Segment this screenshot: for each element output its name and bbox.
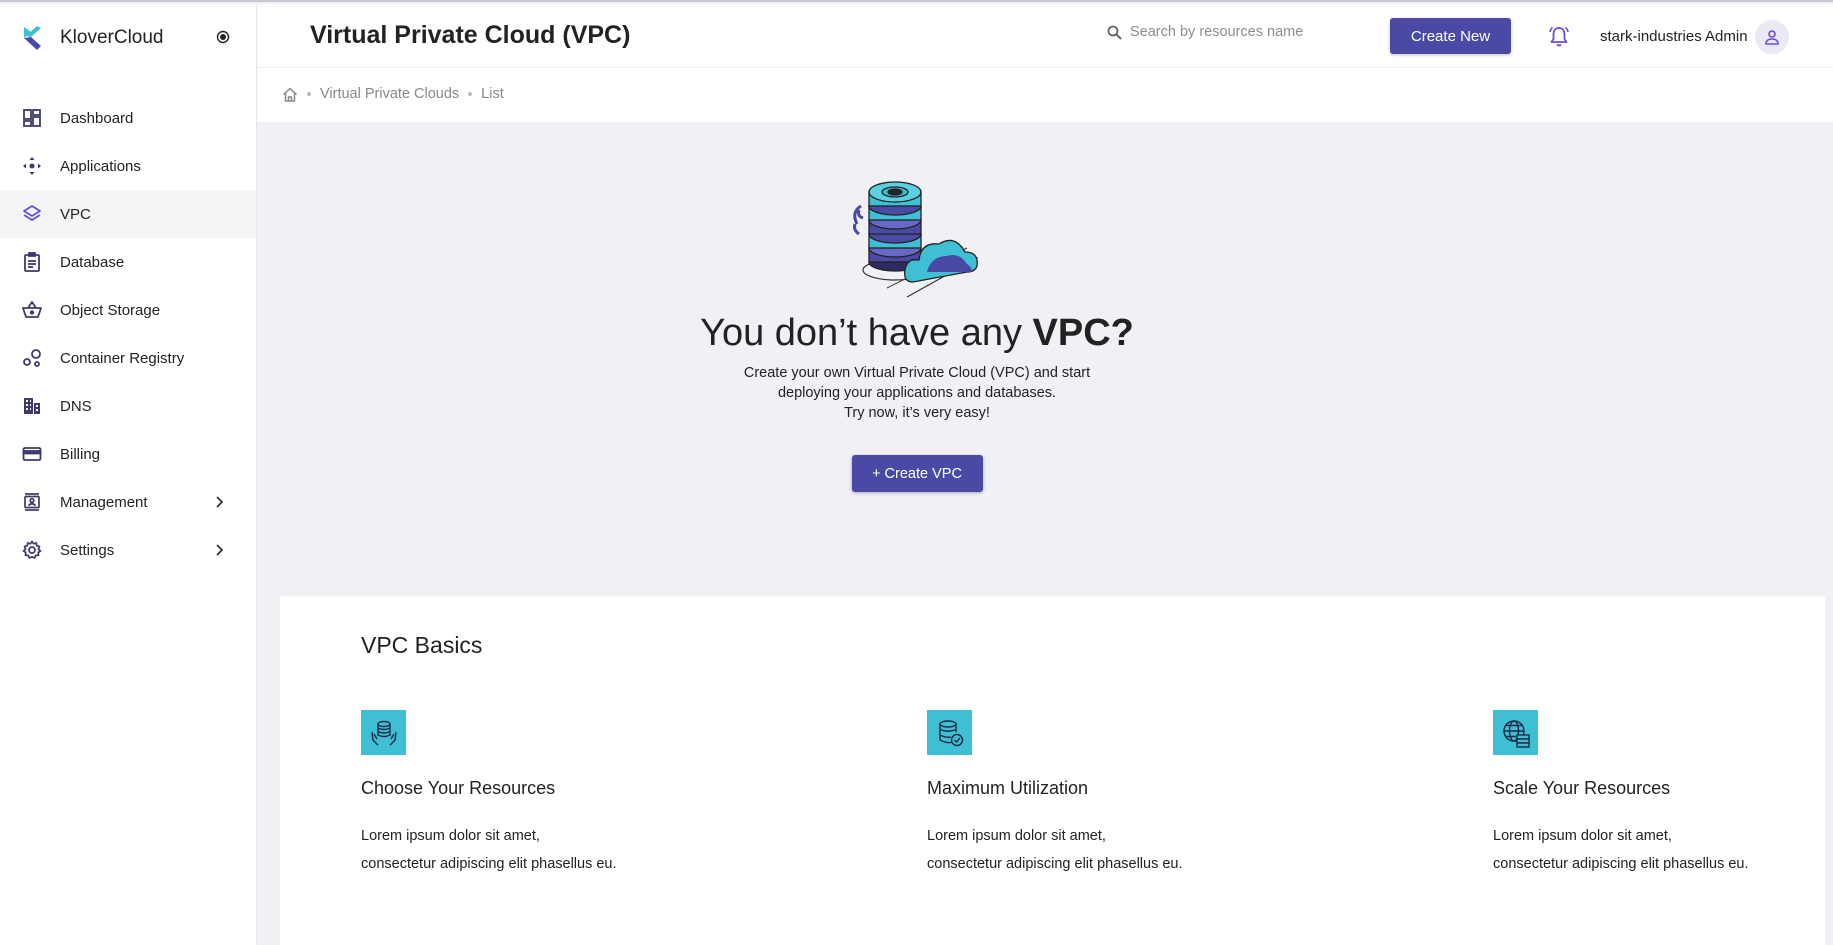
feature-text: Lorem ipsum dolor sit amet, consectetur …	[927, 822, 1287, 878]
feature-text: Lorem ipsum dolor sit amet, consectetur …	[1493, 822, 1833, 878]
sidebar-item-label: Billing	[60, 445, 101, 463]
registry-icon	[22, 348, 42, 368]
user-icon	[1765, 30, 1779, 45]
create-new-button[interactable]: Create New	[1390, 18, 1511, 54]
billing-icon	[22, 444, 42, 464]
brand[interactable]: KloverCloud	[20, 24, 164, 52]
sidebar-item-label: Dashboard	[60, 109, 134, 127]
feature-scale-resources: Scale Your Resources Lorem ipsum dolor s…	[1493, 710, 1833, 878]
sidebar-item-vpc[interactable]: VPC	[0, 190, 256, 238]
feature-title: Choose Your Resources	[361, 778, 556, 798]
sidebar-item-label: Object Storage	[60, 301, 161, 319]
feature-text-line-1: Lorem ipsum dolor sit amet,	[1493, 828, 1672, 844]
search-input[interactable]	[1130, 24, 1320, 40]
empty-desc-line-2: deploying your applications and database…	[777, 385, 1057, 401]
home-icon[interactable]	[282, 87, 298, 102]
hands-database-icon	[361, 710, 406, 755]
basics-title: VPC Basics	[361, 632, 483, 658]
breadcrumb-bar: Virtual Private Clouds List	[257, 68, 1833, 122]
breadcrumb: Virtual Private Clouds List	[282, 86, 504, 102]
brand-name: KloverCloud	[60, 27, 164, 48]
search-icon	[1107, 25, 1122, 40]
page-title: Virtual Private Cloud (VPC)	[310, 21, 631, 49]
empty-title-prefix: You don’t have any	[700, 312, 1033, 354]
top-header: Virtual Private Cloud (VPC) Create New s…	[257, 4, 1833, 68]
gear-icon	[22, 540, 42, 560]
user-name[interactable]: stark-industries Admin	[1600, 28, 1748, 45]
sidebar-item-dashboard[interactable]: Dashboard	[0, 94, 256, 142]
create-vpc-button[interactable]: + Create VPC	[851, 455, 983, 492]
empty-state-description: Create your own Virtual Private Cloud (V…	[257, 363, 1577, 423]
sidebar-item-container-registry[interactable]: Container Registry	[0, 334, 256, 382]
sidebar-item-label: Settings	[60, 541, 115, 559]
sidebar-item-billing[interactable]: Billing	[0, 430, 256, 478]
sidebar-item-database[interactable]: Database	[0, 238, 256, 286]
avatar[interactable]	[1755, 20, 1789, 54]
breadcrumb-separator	[307, 92, 311, 96]
feature-maximum-utilization: Maximum Utilization Lorem ipsum dolor si…	[927, 710, 1287, 878]
management-icon	[22, 492, 42, 512]
applications-icon	[22, 156, 42, 176]
globe-server-icon	[1493, 710, 1538, 755]
dns-icon	[22, 396, 42, 416]
feature-title: Maximum Utilization	[927, 778, 1089, 798]
feature-choose-resources: Choose Your Resources Lorem ipsum dolor …	[361, 710, 721, 878]
basket-icon	[22, 300, 42, 320]
sidebar-item-label: Container Registry	[60, 349, 185, 367]
sidebar-item-label: VPC	[60, 205, 91, 223]
sidebar-item-object-storage[interactable]: Object Storage	[0, 286, 256, 334]
empty-desc-line-3: Try now, it’s very easy!	[844, 405, 990, 421]
sidebar-item-management[interactable]: Management	[0, 478, 256, 526]
sidebar-item-settings[interactable]: Settings	[0, 526, 256, 574]
sidebar-item-label: Management	[60, 493, 148, 511]
feature-text-line-1: Lorem ipsum dolor sit amet,	[927, 828, 1106, 844]
database-cloud-illustration-icon	[853, 181, 979, 298]
empty-title-bold: VPC?	[1032, 312, 1134, 354]
feature-text-line-2: consectetur adipiscing elit phasellus eu…	[927, 856, 1183, 872]
sidebar-item-label: Applications	[60, 157, 141, 175]
chevron-right-icon	[216, 544, 224, 556]
empty-desc-line-1: Create your own Virtual Private Cloud (V…	[743, 365, 1091, 381]
feature-text: Lorem ipsum dolor sit amet, consectetur …	[361, 822, 721, 878]
sidebar-item-dns[interactable]: DNS	[0, 382, 256, 430]
sidebar-item-label: Database	[60, 253, 125, 271]
database-icon	[22, 252, 42, 272]
breadcrumb-item-list: List	[481, 86, 504, 102]
database-check-icon	[927, 710, 972, 755]
feature-title: Scale Your Resources	[1493, 778, 1671, 798]
empty-state: You don’t have any VPC? Create your own …	[257, 172, 1577, 492]
sidebar-nav: Dashboard Applications VPC Database Obje…	[0, 94, 256, 574]
vpc-basics-card: VPC Basics Choose Your Resources Lorem i…	[280, 596, 1825, 945]
sidebar-item-applications[interactable]: Applications	[0, 142, 256, 190]
breadcrumb-item-vpcs[interactable]: Virtual Private Clouds	[320, 86, 459, 102]
feature-text-line-1: Lorem ipsum dolor sit amet,	[361, 828, 540, 844]
sidebar-item-label: DNS	[60, 397, 92, 415]
dashboard-icon	[22, 108, 42, 128]
chevron-right-icon	[216, 496, 224, 508]
sidebar: KloverCloud Dashboard Applications VPC D…	[0, 4, 257, 945]
layers-icon	[22, 204, 42, 224]
breadcrumb-separator	[468, 92, 473, 96]
feature-text-line-2: consectetur adipiscing elit phasellus eu…	[361, 856, 617, 872]
feature-text-line-2: consectetur adipiscing elit phasellus eu…	[1493, 856, 1749, 872]
bell-icon[interactable]	[1547, 25, 1571, 49]
search-box[interactable]	[1107, 24, 1327, 40]
klovercloud-logo-icon	[24, 26, 41, 50]
empty-state-title: You don’t have any VPC?	[257, 312, 1577, 355]
radio-pin-icon[interactable]	[216, 30, 230, 44]
